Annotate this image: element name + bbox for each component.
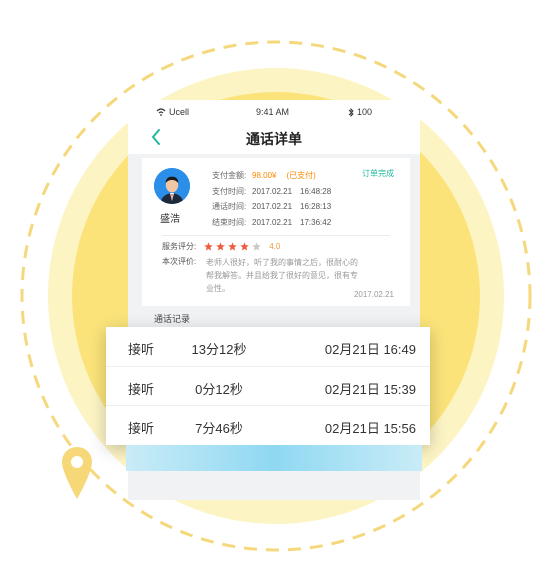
- card-date: 2017.02.21: [353, 290, 394, 299]
- rating-value: 4.0: [269, 242, 281, 251]
- call-time: 16:49: [383, 342, 416, 357]
- star-empty-icon: [252, 242, 261, 251]
- list-item[interactable]: 接听 13分12秒 02月21日 16:49: [106, 327, 430, 366]
- evaluation-text: 老师人很好，听了我的事情之后，很耐心的帮我解答。并且给我了很好的意见，很有专业性…: [206, 258, 358, 293]
- call-type: 接听: [128, 342, 155, 357]
- wifi-icon: [156, 108, 166, 116]
- stage: Ucell 9:41 AM 100 通话详单 盛浩 支付金额: 98.00¥ (…: [0, 0, 548, 563]
- info-value: 2017.02.21 16:28:13: [252, 202, 332, 211]
- call-datetime: 02月21日 15:39: [325, 379, 416, 398]
- call-datetime: 02月21日 16:49: [325, 339, 416, 358]
- info-label: 支付金额:: [212, 171, 247, 180]
- rating-stars: [204, 242, 261, 251]
- page-title: 通话详单: [246, 131, 302, 147]
- bluetooth-icon: [348, 107, 354, 117]
- person-name: 盛浩: [160, 214, 180, 225]
- call-time: 15:56: [383, 421, 416, 436]
- divider: [162, 235, 390, 236]
- call-date: 02月21日: [324, 382, 380, 397]
- evaluation-row: 本次评价: 老师人很好，听了我的事情之后，很耐心的帮我解答。并且给我了很好的意见…: [162, 256, 364, 295]
- call-date: 02月21日: [324, 342, 380, 357]
- call-duration: 13分12秒: [191, 342, 247, 357]
- call-datetime: 02月21日 15:56: [325, 418, 416, 437]
- nav-bar: 通话详单: [128, 124, 420, 154]
- evaluation-label: 本次评价:: [162, 257, 197, 266]
- call-time: 15:39: [383, 382, 416, 397]
- call-duration: 0分12秒: [195, 382, 243, 397]
- info-row-amount: 支付金额: 98.00¥ (已支付): [212, 168, 331, 184]
- info-row-end-time: 结束时间: 2017.02.21 17:36:42: [212, 215, 331, 231]
- battery-info: 100: [348, 107, 372, 117]
- rating-label: 服务评分:: [162, 242, 197, 251]
- call-duration: 7分46秒: [195, 421, 243, 436]
- star-filled-icon: [228, 242, 237, 251]
- location-pin-icon: [62, 447, 92, 499]
- info-label: 结束时间:: [212, 217, 247, 227]
- rating-row: 服务评分: 4.0: [162, 241, 280, 252]
- list-item[interactable]: 接听 7分46秒 02月21日 15:56: [106, 405, 430, 444]
- info-label: 通话时间:: [212, 202, 247, 211]
- avatar: [154, 168, 190, 204]
- battery-level: 100: [357, 107, 373, 117]
- star-filled-icon: [204, 242, 213, 251]
- call-date: 02月21日: [324, 421, 380, 436]
- paid-status: (已支付): [286, 171, 316, 180]
- list-item[interactable]: 接听 0分12秒 02月21日 15:39: [106, 366, 430, 405]
- info-row-pay-time: 支付时间: 2017.02.21 16:48:28: [212, 184, 331, 200]
- info-row-call-time: 通话时间: 2017.02.21 16:28:13: [212, 199, 331, 215]
- payment-info: 支付金额: 98.00¥ (已支付) 支付时间: 2017.02.21 16:4…: [212, 168, 331, 230]
- order-card: 盛浩 支付金额: 98.00¥ (已支付) 支付时间: 2017.02.21 1…: [142, 158, 410, 306]
- status-bar: Ucell 9:41 AM 100: [128, 100, 420, 122]
- info-label: 支付时间:: [212, 186, 247, 196]
- star-filled-icon: [240, 242, 249, 251]
- order-status-badge: 订单完成: [362, 169, 394, 178]
- popup-underlay-strip: [126, 445, 422, 471]
- info-value: 2017.02.21 17:36:42: [252, 217, 332, 227]
- info-value: 2017.02.21 16:48:28: [252, 186, 332, 196]
- star-filled-icon: [216, 242, 225, 251]
- call-records-list: 接听 13分12秒 02月21日 16:49 接听 0分12秒 02月21日 1…: [106, 327, 430, 445]
- call-type: 接听: [128, 382, 155, 397]
- status-time: 9:41 AM: [256, 107, 290, 117]
- person-photo-icon: [154, 168, 190, 204]
- amount-value: 98.00¥: [252, 171, 277, 180]
- carrier-info: Ucell: [156, 107, 189, 117]
- carrier-name: Ucell: [169, 107, 190, 117]
- call-type: 接听: [128, 421, 155, 436]
